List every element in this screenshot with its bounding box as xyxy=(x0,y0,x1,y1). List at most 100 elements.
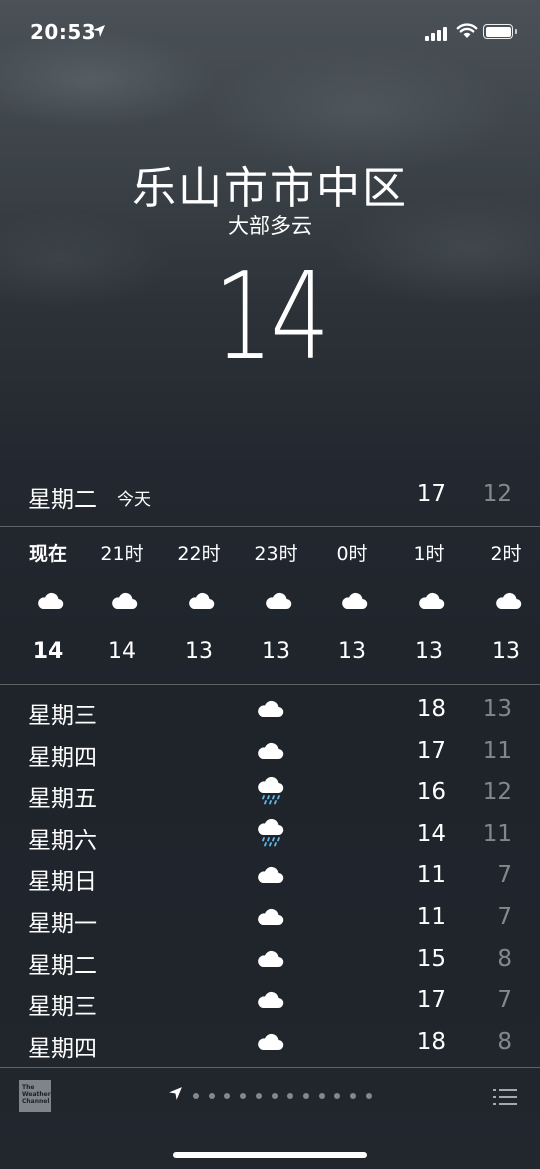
city-name: 乐山市市中区 xyxy=(132,163,408,214)
cloud-icon xyxy=(419,592,445,610)
hourly-item: 0时 13 xyxy=(312,527,392,683)
page-dot[interactable] xyxy=(287,1093,294,1099)
hourly-icon xyxy=(417,591,445,615)
weather-condition: 大部多云 xyxy=(228,214,312,238)
daily-day: 星期四 xyxy=(28,1035,97,1062)
daily-low: 7 xyxy=(497,987,512,1014)
daily-day: 星期一 xyxy=(28,911,97,937)
hourly-temp: 13 xyxy=(338,639,366,664)
cellular-signal-icon xyxy=(425,25,451,41)
daily-icon xyxy=(256,1032,284,1056)
location-arrow-icon xyxy=(169,1087,182,1100)
daily-row: 星期日 11 7 xyxy=(0,856,540,898)
hourly-temp: 13 xyxy=(262,639,290,664)
hourly-temp: 14 xyxy=(32,639,64,664)
battery-icon xyxy=(483,24,517,39)
hourly-time: 22时 xyxy=(177,543,221,565)
hourly-icon xyxy=(36,591,64,615)
cloud-icon xyxy=(258,992,284,1009)
hourly-time: 23时 xyxy=(254,543,298,565)
today-low: 12 xyxy=(482,481,512,507)
page-dot[interactable] xyxy=(193,1093,199,1099)
city-list-icon[interactable] xyxy=(493,1088,517,1106)
hourly-icon xyxy=(187,591,215,615)
daily-day: 星期六 xyxy=(28,827,97,854)
page-dot[interactable] xyxy=(208,1093,215,1099)
hourly-temp: 13 xyxy=(492,639,520,664)
status-bar: 20:53 xyxy=(0,0,540,64)
rain-icon xyxy=(258,777,284,805)
daily-icon xyxy=(256,907,284,931)
hourly-time: 现在 xyxy=(28,543,67,565)
page-dot[interactable] xyxy=(318,1093,325,1099)
status-time: 20:53 xyxy=(30,20,97,44)
daily-row: 星期三 17 7 xyxy=(0,981,540,1023)
hourly-item: 23时 13 xyxy=(236,527,316,683)
hourly-icon xyxy=(264,591,292,615)
hourly-item: 现在 14 xyxy=(8,527,88,683)
daily-icon xyxy=(256,777,284,809)
daily-high: 14 xyxy=(416,820,446,847)
daily-day: 星期日 xyxy=(28,869,97,896)
daily-row: 星期二 15 8 xyxy=(0,940,540,982)
hourly-icon xyxy=(340,591,368,615)
page-dot[interactable] xyxy=(224,1093,231,1099)
hourly-icon xyxy=(110,591,138,615)
daily-high: 11 xyxy=(416,904,446,930)
weather-channel-logo[interactable]: The Weather Channel xyxy=(19,1080,51,1112)
hourly-forecast[interactable]: 现在 14 21时 14 22时 13 23时 13 0时 13 1时 13 2时 13 xyxy=(0,527,540,683)
daily-day: 星期四 xyxy=(28,744,97,771)
today-day: 星期二 xyxy=(28,487,97,513)
divider xyxy=(0,684,540,685)
daily-icon xyxy=(256,741,284,765)
daily-row: 星期五 16 12 xyxy=(0,773,540,815)
daily-low: 12 xyxy=(482,779,512,806)
location-arrow-icon xyxy=(93,25,105,37)
page-dot[interactable] xyxy=(302,1093,309,1099)
current-temperature: 14 xyxy=(213,248,330,387)
page-dot[interactable] xyxy=(240,1093,247,1099)
cloud-icon xyxy=(258,867,284,884)
daily-row: 星期四 17 11 xyxy=(0,732,540,774)
daily-low: 7 xyxy=(497,904,512,930)
daily-high: 15 xyxy=(416,945,446,972)
cloud-icon xyxy=(266,592,292,610)
daily-low: 8 xyxy=(497,945,512,972)
daily-low: 11 xyxy=(482,737,512,764)
hourly-item: 22时 13 xyxy=(159,527,239,683)
cloud-icon xyxy=(258,950,284,967)
home-indicator[interactable] xyxy=(173,1152,367,1158)
page-dot[interactable] xyxy=(350,1093,356,1099)
hourly-icon xyxy=(494,591,522,615)
hourly-time: 21时 xyxy=(100,543,144,565)
hourly-item: 21时 14 xyxy=(82,527,162,683)
cloud-icon xyxy=(258,1033,284,1050)
daily-high: 18 xyxy=(416,1028,446,1055)
hourly-item: 1时 13 xyxy=(389,527,469,683)
cloud-icon xyxy=(258,908,284,926)
daily-low: 8 xyxy=(497,1028,512,1055)
daily-day: 星期三 xyxy=(28,994,97,1021)
page-dot[interactable] xyxy=(334,1093,341,1099)
page-dot[interactable] xyxy=(271,1093,278,1099)
page-dot[interactable] xyxy=(255,1093,262,1099)
cloud-icon xyxy=(258,700,284,718)
daily-row: 星期三 18 13 xyxy=(0,690,540,732)
hourly-temp: 13 xyxy=(185,639,213,664)
daily-day: 星期二 xyxy=(28,952,97,979)
daily-low: 7 xyxy=(497,862,512,889)
daily-icon xyxy=(256,949,284,973)
daily-icon xyxy=(256,699,284,723)
cloud-icon xyxy=(189,592,215,610)
today-label: 今天 xyxy=(117,490,151,510)
wifi-icon xyxy=(456,23,478,38)
daily-high: 17 xyxy=(416,737,446,764)
hourly-temp: 14 xyxy=(108,639,136,664)
cloud-icon xyxy=(258,742,284,759)
daily-low: 11 xyxy=(482,820,512,847)
page-dot[interactable] xyxy=(365,1093,372,1099)
cloud-icon xyxy=(342,592,368,610)
daily-high: 11 xyxy=(416,862,446,889)
daily-row: 星期四 18 8 xyxy=(0,1023,540,1065)
daily-icon xyxy=(256,865,284,889)
